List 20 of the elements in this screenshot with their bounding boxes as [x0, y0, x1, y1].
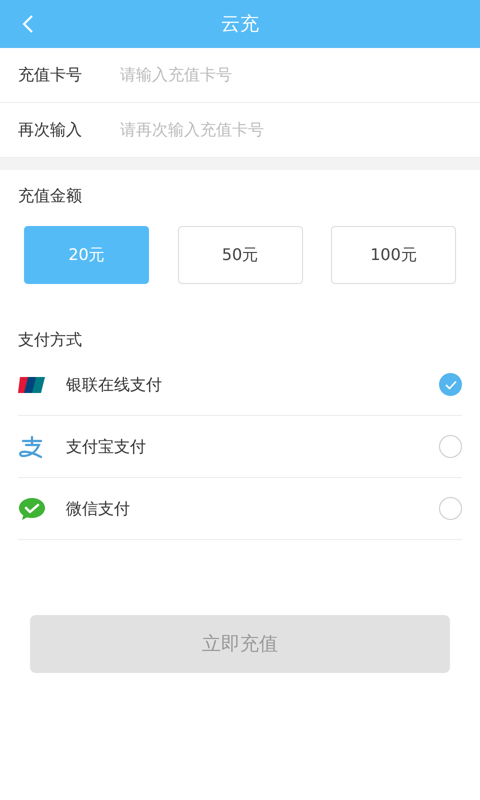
field-label: 充值卡号	[18, 64, 83, 86]
payment-label: 银联在线支付	[66, 374, 163, 396]
section-title: 充值金额	[17, 185, 83, 207]
bank-card-icon	[18, 376, 46, 394]
radio-button[interactable]	[439, 497, 462, 520]
payment-option[interactable]: 银联在线支付	[18, 354, 462, 416]
input-field[interactable]: 请再次输入充值卡号	[120, 118, 462, 142]
payment-option[interactable]: 支付宝支付	[18, 416, 462, 478]
input-field[interactable]: 请输入充值卡号	[120, 63, 462, 87]
amount-option[interactable]: 100元	[331, 226, 456, 284]
page-title: 云充	[221, 12, 259, 37]
payment-label: 支付宝支付	[66, 436, 147, 458]
radio-button[interactable]	[439, 435, 462, 458]
field-label: 再次输入	[18, 119, 83, 141]
section-title: 支付方式	[17, 329, 83, 351]
amount-option[interactable]: 50元	[178, 226, 302, 284]
chat-bubble-icon	[18, 496, 46, 520]
checked-radio-icon[interactable]	[439, 373, 462, 396]
payment-label: 微信支付	[66, 498, 131, 520]
payment-option[interactable]: 微信支付	[18, 478, 462, 540]
